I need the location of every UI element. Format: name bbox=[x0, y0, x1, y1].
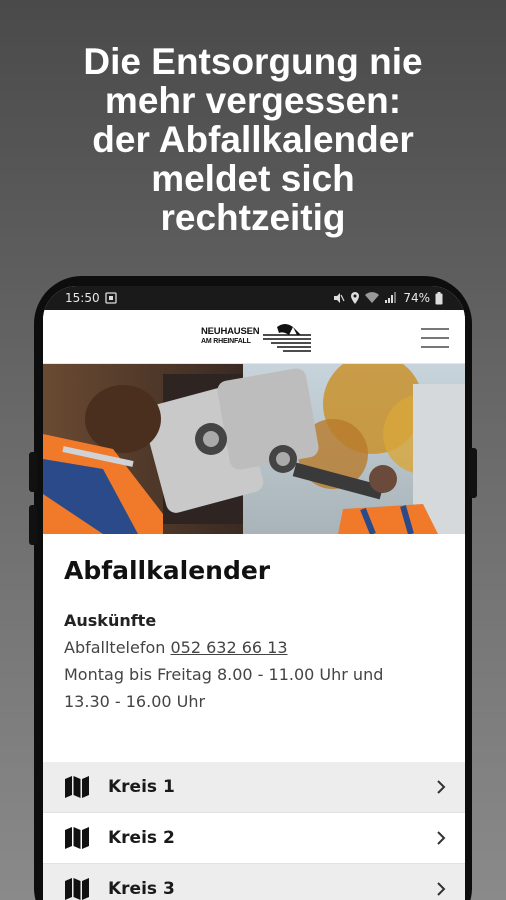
signal-icon bbox=[385, 292, 397, 303]
menu-icon-bar bbox=[421, 337, 449, 339]
phone-screen: 15:50 74% NEUHAUSEN AM RHEINFALL Abfallk… bbox=[43, 286, 465, 900]
promo-line: rechtzeitig bbox=[160, 197, 346, 238]
logo-text: NEUHAUSEN bbox=[201, 326, 260, 337]
opening-hours: 13.30 - 16.00 Uhr bbox=[64, 692, 206, 711]
neuhausen-logo[interactable]: NEUHAUSEN AM RHEINFALL bbox=[201, 321, 311, 355]
map-icon bbox=[65, 827, 89, 849]
promo-line: Die Entsorgung nie bbox=[83, 41, 423, 82]
list-item-label: Kreis 3 bbox=[108, 879, 175, 899]
promo-headline: Die Entsorgung nie mehr vergessen: der A… bbox=[0, 42, 506, 237]
section-title: Auskünfte bbox=[64, 611, 157, 630]
status-time: 15:50 bbox=[65, 291, 100, 305]
location-icon bbox=[351, 292, 360, 304]
map-icon bbox=[65, 878, 89, 900]
list-item-kreis-1[interactable]: Kreis 1 bbox=[43, 762, 465, 813]
menu-button[interactable] bbox=[421, 328, 449, 348]
list-item-label: Kreis 1 bbox=[108, 777, 175, 797]
district-list: Kreis 1 Kreis 2 Kreis 3 bbox=[43, 762, 465, 900]
phone-number-link[interactable]: 052 632 66 13 bbox=[171, 638, 288, 657]
promo-line: der Abfallkalender bbox=[92, 119, 414, 160]
hero-photo bbox=[43, 364, 465, 534]
page-content: Abfallkalender Auskünfte Abfalltelefon 0… bbox=[43, 534, 465, 715]
phone-line: Abfalltelefon 052 632 66 13 bbox=[64, 634, 444, 661]
chevron-right-icon bbox=[437, 831, 446, 845]
status-bar: 15:50 74% bbox=[43, 286, 465, 310]
opening-hours: Montag bis Freitag 8.00 - 11.00 Uhr und bbox=[64, 665, 384, 684]
map-icon bbox=[65, 776, 89, 798]
chevron-right-icon bbox=[437, 882, 446, 896]
battery-percentage: 74% bbox=[403, 291, 430, 305]
app-header: NEUHAUSEN AM RHEINFALL bbox=[43, 310, 465, 364]
logo-text: AM RHEINFALL bbox=[201, 338, 251, 345]
volume-button bbox=[29, 452, 37, 492]
phone-label: Abfalltelefon bbox=[64, 638, 166, 657]
power-button bbox=[469, 448, 477, 498]
menu-icon-bar bbox=[421, 328, 449, 330]
promo-line: mehr vergessen: bbox=[104, 80, 402, 121]
list-item-label: Kreis 2 bbox=[108, 828, 175, 848]
chevron-right-icon bbox=[437, 780, 446, 794]
list-item-kreis-3[interactable]: Kreis 3 bbox=[43, 864, 465, 900]
garbage-collection-photo bbox=[43, 364, 465, 534]
mute-icon bbox=[334, 293, 345, 303]
waterfall-logo-icon bbox=[263, 324, 311, 352]
volume-button bbox=[29, 505, 37, 545]
page-title: Abfallkalender bbox=[64, 556, 271, 585]
contact-info: Abfalltelefon 052 632 66 13 Montag bis F… bbox=[64, 634, 444, 715]
wifi-icon bbox=[365, 292, 380, 303]
promo-line: meldet sich bbox=[151, 158, 355, 199]
menu-icon-bar bbox=[421, 346, 449, 348]
battery-icon bbox=[435, 291, 443, 304]
screenshot-icon bbox=[104, 292, 117, 304]
list-item-kreis-2[interactable]: Kreis 2 bbox=[43, 813, 465, 864]
